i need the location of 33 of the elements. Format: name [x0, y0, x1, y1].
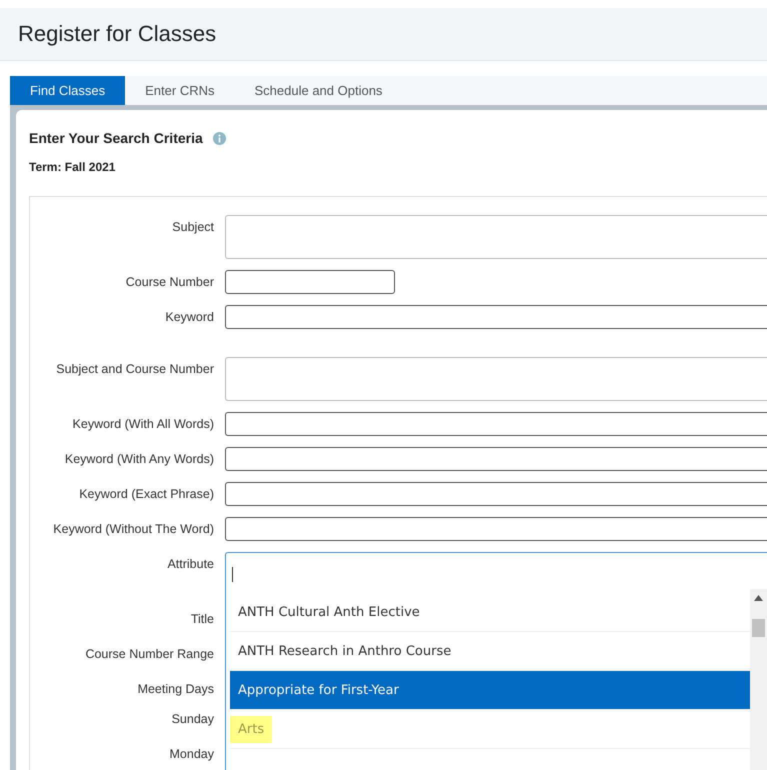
field-label: Keyword	[164, 309, 214, 326]
dropdown-option[interactable]: Appropriate for First-Year	[230, 671, 750, 710]
field-label: Keyword (Without The Word)	[52, 521, 214, 538]
scroll-thumb[interactable]	[752, 619, 765, 637]
field-label: Keyword (Exact Phrase)	[78, 486, 214, 503]
text-field[interactable]	[225, 447, 767, 471]
tab[interactable]: Schedule and Options	[234, 76, 402, 105]
section-heading: Enter Your Search Criteria	[29, 130, 203, 146]
term-label: Term: Fall 2021	[29, 160, 116, 174]
field-label: Course Number	[124, 274, 214, 291]
field-label: Monday	[168, 746, 214, 763]
text-cursor	[232, 567, 233, 582]
text-field[interactable]	[225, 270, 395, 294]
field-label: Keyword (With Any Words)	[64, 451, 214, 468]
field-label: Sunday	[170, 711, 214, 728]
field-label: Meeting Days	[136, 681, 214, 696]
text-field[interactable]	[225, 357, 767, 401]
text-field[interactable]	[225, 412, 767, 436]
text-field[interactable]	[225, 517, 767, 541]
field-label: Subject	[171, 219, 214, 236]
text-field[interactable]	[225, 305, 767, 329]
field-label: Keyword (With All Words)	[72, 416, 214, 433]
field-label: Subject and Course Number	[55, 361, 214, 378]
tab[interactable]: Find Classes	[10, 76, 126, 105]
field-label: Course Number Range	[84, 646, 214, 663]
field-label: Title	[190, 611, 214, 628]
text-field[interactable]	[225, 215, 767, 259]
field-label: Attribute	[166, 556, 214, 573]
page-title: Register for Classes	[18, 21, 216, 47]
dropdown-option[interactable]: ANTH Cultural Anth Elective	[230, 593, 750, 632]
tab[interactable]: Enter CRNs	[125, 76, 234, 105]
text-field[interactable]	[225, 482, 767, 506]
scrollbar[interactable]	[750, 589, 767, 770]
